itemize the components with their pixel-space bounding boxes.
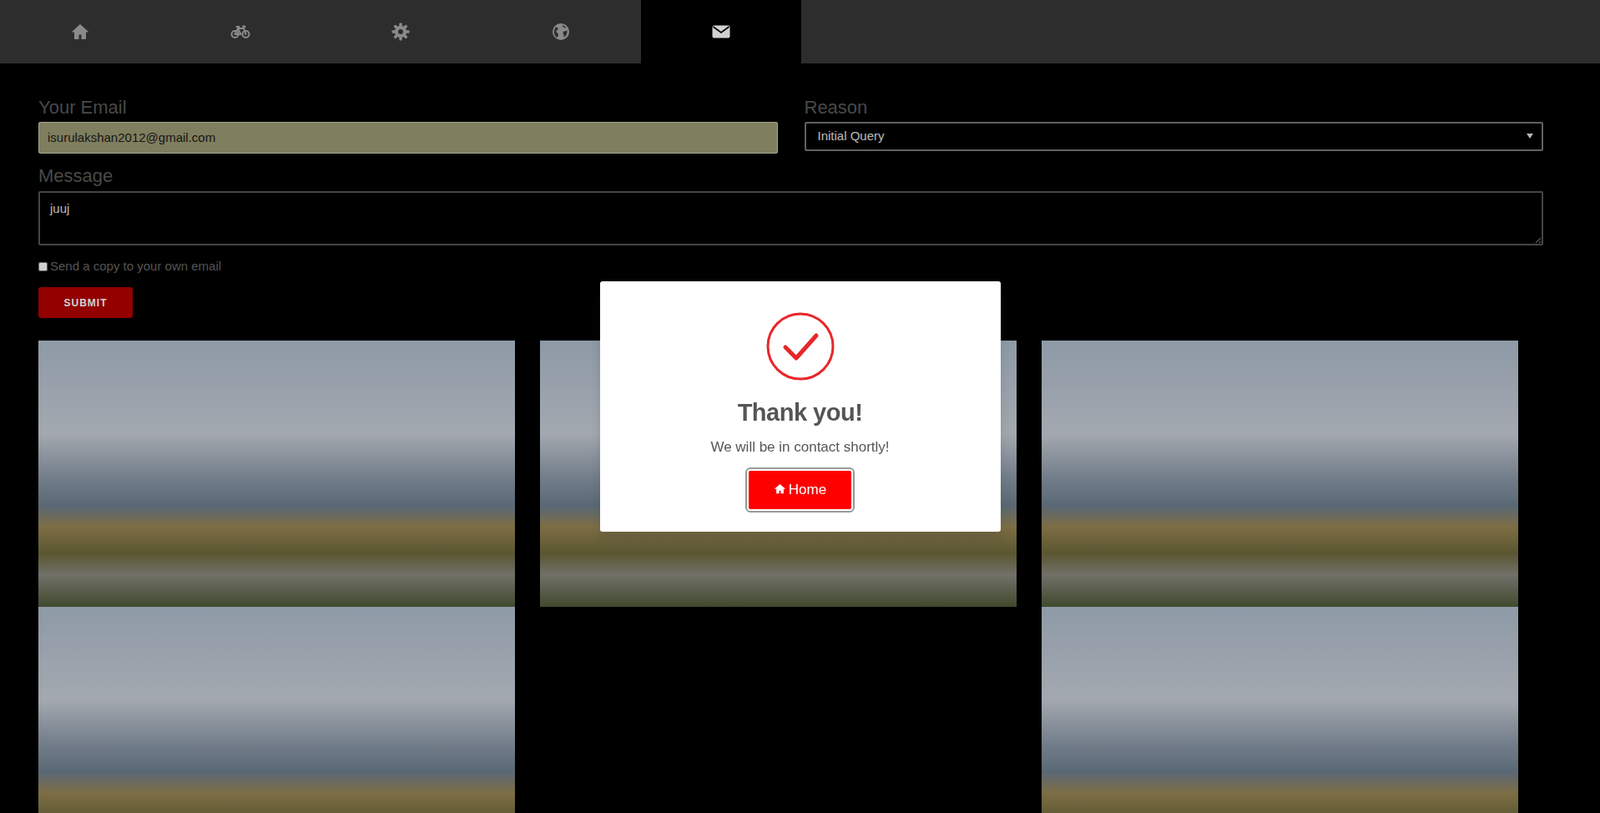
dialog-text: We will be in contact shortly!	[620, 436, 981, 459]
home-icon	[773, 482, 787, 495]
dialog-title: Thank you!	[620, 394, 981, 432]
modal-backdrop: Thank you! We will be in contact shortly!…	[0, 0, 1600, 813]
home-button-label: Home	[788, 481, 827, 498]
thank-you-dialog: Thank you! We will be in contact shortly!…	[600, 281, 1001, 532]
check-icon	[765, 311, 836, 382]
home-button[interactable]: Home	[747, 469, 853, 511]
